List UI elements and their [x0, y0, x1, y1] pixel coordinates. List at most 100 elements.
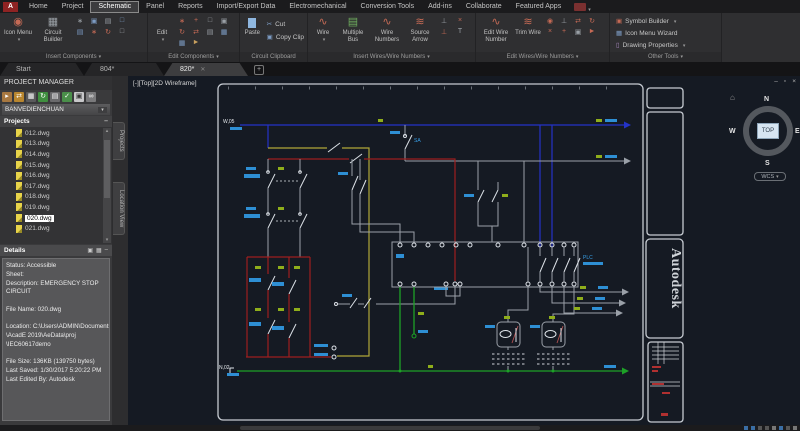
status-toggle-icon[interactable]	[751, 426, 755, 430]
ribbon-tab-conversion-tools[interactable]: Conversion Tools	[354, 0, 422, 13]
list-item[interactable]: 014.dwg	[16, 149, 112, 160]
mini-tool-icon[interactable]	[175, 17, 189, 25]
compass-north[interactable]: N	[764, 96, 769, 103]
drawing-properties-button[interactable]: Drawing Properties	[613, 39, 718, 51]
mini-tool-icon[interactable]	[437, 28, 451, 36]
tab-804[interactable]: 804*	[84, 63, 164, 76]
open-project-icon[interactable]: ⇄	[14, 91, 24, 102]
compass-east[interactable]: E	[795, 128, 800, 135]
mini-tool-icon[interactable]	[571, 28, 585, 36]
status-toggle-icon[interactable]	[765, 426, 769, 430]
mini-tool-icon[interactable]	[585, 28, 599, 35]
symbol-builder-button[interactable]: Symbol Builder	[613, 15, 718, 27]
multiple-bus-button[interactable]: Multiple Bus	[337, 15, 369, 44]
mini-tool-icon[interactable]	[437, 17, 451, 25]
mini-tool-icon[interactable]	[453, 17, 467, 24]
list-item[interactable]: 015.dwg	[16, 160, 112, 171]
source-arrow-button[interactable]: Source Arrow	[405, 15, 435, 44]
scrollbar-thumb[interactable]	[104, 140, 110, 198]
report-icon[interactable]: ▣	[74, 91, 84, 102]
ribbon-tab-featured-apps[interactable]: Featured Apps	[509, 0, 569, 13]
file-list-scrollbar[interactable]: ▴ ▾	[103, 128, 111, 243]
restore-icon[interactable]: ▫	[784, 78, 786, 85]
ribbon-tab-home[interactable]: Home	[22, 0, 55, 13]
side-tab-location-view[interactable]: Location View	[113, 181, 125, 235]
cut-button[interactable]: Cut	[264, 18, 304, 30]
ribbon-tab-electromechanical[interactable]: Electromechanical	[282, 0, 353, 13]
viewcube-top-face[interactable]: TOP	[757, 123, 779, 139]
list-item[interactable]: 017.dwg	[16, 181, 112, 192]
ribbon-tab-collaborate[interactable]: Collaborate	[459, 0, 509, 13]
icon-menu-wizard-button[interactable]: Icon Menu Wizard	[613, 27, 718, 39]
viewport-controls-label[interactable]: [-][Top][2D Wireframe]	[133, 80, 197, 87]
new-tab-button[interactable]: +	[254, 65, 264, 75]
ribbon-tab-project[interactable]: Project	[55, 0, 91, 13]
list-item[interactable]: 018.dwg	[16, 192, 112, 203]
minimize-icon[interactable]: –	[774, 78, 778, 85]
panel-label[interactable]: Insert Components	[0, 52, 147, 62]
mini-tool-icon[interactable]	[189, 39, 203, 46]
mini-tool-icon[interactable]	[87, 28, 101, 36]
details-header[interactable]: Details ▣ ▦ –	[0, 245, 112, 256]
mini-tool-icon[interactable]	[115, 28, 129, 35]
autocad-logo-icon[interactable]: A	[3, 1, 18, 12]
tab-820[interactable]: 820* ✕	[164, 63, 248, 76]
mini-tool-icon[interactable]	[203, 17, 217, 24]
status-toggle-icon[interactable]	[744, 426, 748, 430]
list-item[interactable]: 013.dwg	[16, 139, 112, 150]
new-project-icon[interactable]: ▸	[2, 91, 12, 102]
mini-tool-icon[interactable]	[189, 28, 203, 36]
tab-start[interactable]: Start	[0, 63, 84, 76]
side-tab-projects[interactable]: Projects	[113, 122, 125, 160]
status-toggle-icon[interactable]	[758, 426, 762, 430]
icon-menu-button[interactable]: Icon Menu	[3, 15, 33, 44]
mini-tool-icon[interactable]	[571, 17, 585, 25]
mini-tool-icon[interactable]	[217, 17, 231, 25]
collapse-icon[interactable]: –	[105, 247, 108, 254]
mini-tool-icon[interactable]	[453, 28, 467, 35]
home-icon[interactable]: ⌂	[730, 93, 735, 102]
panel-label[interactable]: Other Tools	[610, 52, 721, 62]
mini-tool-icon[interactable]	[585, 17, 599, 25]
list-item[interactable]: 012.dwg	[16, 128, 112, 139]
copy-clip-button[interactable]: Copy Clip	[264, 31, 304, 43]
ribbon-tab-reports[interactable]: Reports	[171, 0, 210, 13]
ribbon-tab-import-export[interactable]: Import/Export Data	[210, 0, 283, 13]
mini-tool-icon[interactable]	[73, 17, 87, 25]
mini-tool-icon[interactable]	[73, 28, 87, 36]
mini-tool-icon[interactable]	[557, 28, 571, 35]
edit-button[interactable]: Edit	[151, 15, 173, 44]
trim-wire-button[interactable]: Trim Wire	[515, 15, 541, 37]
grid-icon[interactable]: ▤	[50, 91, 60, 102]
list-item-selected[interactable]: 020.dwg	[16, 213, 112, 224]
wire-button[interactable]: Wire	[311, 15, 335, 44]
pin-icon[interactable]: ▣	[87, 247, 93, 254]
panel-label[interactable]: Edit Wires/Wire Numbers	[476, 52, 609, 62]
project-dropdown[interactable]: BANVEDIENCHUAN ▾	[2, 104, 110, 115]
mini-tool-icon[interactable]	[87, 17, 101, 25]
mini-tool-icon[interactable]	[115, 17, 129, 24]
status-toggle-icon[interactable]	[786, 426, 790, 430]
panel-label[interactable]: Insert Wires/Wire Numbers	[308, 52, 475, 62]
panel-label[interactable]: Circuit Clipboard	[240, 52, 307, 62]
check-icon[interactable]: ✓	[62, 91, 72, 102]
wire-numbers-button[interactable]: Wire Numbers	[371, 15, 403, 44]
mini-tool-icon[interactable]	[101, 28, 115, 36]
projects-section-header[interactable]: Projects –	[0, 116, 112, 127]
paste-button[interactable]: Paste	[243, 15, 262, 37]
close-icon[interactable]: ×	[792, 78, 796, 85]
mini-tool-icon[interactable]	[189, 17, 203, 24]
close-icon[interactable]: ✕	[200, 67, 205, 73]
status-toggle-icon[interactable]	[772, 426, 776, 430]
collapse-icon[interactable]: –	[104, 118, 108, 125]
list-item[interactable]: 016.dwg	[16, 170, 112, 181]
ribbon-tab-schematic[interactable]: Schematic	[90, 1, 140, 13]
save-icon[interactable]: ▦	[26, 91, 36, 102]
compass-south[interactable]: S	[765, 160, 770, 167]
mini-tool-icon[interactable]	[217, 28, 231, 36]
ribbon-tab-panel[interactable]: Panel	[139, 0, 171, 13]
link-icon[interactable]: ∞	[86, 91, 96, 102]
drawing-canvas[interactable]: [-][Top][2D Wireframe] – ▫ × Autodesk W,…	[128, 76, 800, 425]
compass-west[interactable]: W	[729, 128, 736, 135]
mini-tool-icon[interactable]	[175, 39, 189, 47]
